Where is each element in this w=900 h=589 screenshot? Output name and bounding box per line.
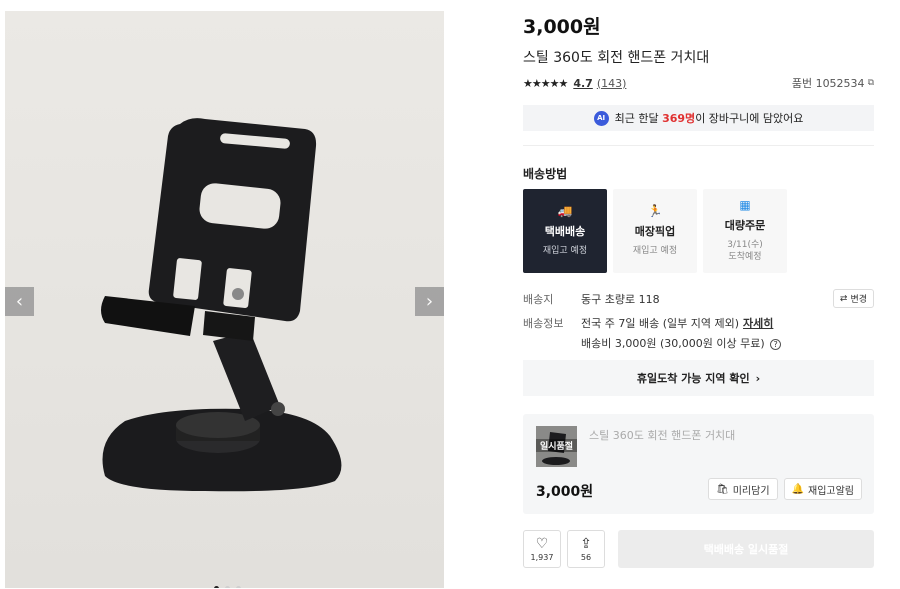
soldout-label: 일시품절 — [536, 439, 577, 452]
ai-insight-banner: AI 최근 한달 369명이 장바구니에 담았어요 — [523, 105, 874, 131]
shipping-detail-link[interactable]: 자세히 — [743, 317, 773, 330]
option-price: 3,000원 — [536, 484, 594, 500]
share-button[interactable]: ⇪ 56 — [567, 530, 605, 568]
shipping-info-label: 배송정보 — [523, 317, 564, 330]
prelist-button[interactable]: 🛍 미리담기 — [708, 478, 778, 500]
chevron-left-icon: ‹ — [15, 291, 24, 312]
bulk-icon: ▦ — [739, 198, 751, 212]
heart-icon: ♡ — [535, 535, 549, 552]
delivery-section-title: 배송방법 — [523, 167, 568, 181]
shipping-info-line2: 배송비 3,000원 (30,000원 이상 무료) ? — [581, 335, 782, 351]
rating-score[interactable]: 4.7 — [573, 77, 593, 90]
rating-row: ★★★★★ 4.7 (143) 품번 1052534 ⧉ — [523, 74, 874, 92]
pagination-dot[interactable] — [214, 586, 219, 588]
bell-icon: 🔔 — [791, 483, 804, 495]
review-count-link[interactable]: (143) — [597, 77, 627, 90]
bag-icon: 🛍 — [716, 483, 729, 495]
like-button[interactable]: ♡ 1,937 — [523, 530, 561, 568]
pagination-dot[interactable] — [225, 586, 230, 588]
shipping-info-row: 배송정보 전국 주 7일 배송 (일부 지역 제외) 자세히 배송비 3,000원… — [523, 315, 874, 351]
gallery-next-button[interactable]: › — [415, 287, 444, 316]
ai-banner-text: 최근 한달 369명이 장바구니에 담았어요 — [614, 112, 804, 125]
gallery-prev-button[interactable]: ‹ — [5, 287, 34, 316]
purchase-bar: ♡ 1,937 ⇪ 56 택배배송 일시품절 — [523, 530, 874, 568]
copy-icon[interactable]: ⧉ — [868, 78, 874, 88]
destination-label: 배송지 — [523, 292, 554, 306]
delivery-option-bulk[interactable]: ▦ 대량주문 3/11(수) 도착예정 — [703, 189, 787, 273]
help-icon[interactable]: ? — [770, 339, 782, 350]
product-price: 3,000원 — [523, 16, 601, 38]
sku-label: 품번 1052534 — [791, 77, 865, 90]
product-title: 스틸 360도 회전 핸드폰 거치대 — [523, 50, 710, 66]
divider — [523, 145, 874, 146]
destination-value: 동구 초량로 118 — [581, 292, 660, 306]
delivery-options: 🚚 택배배송 재입고 예정 🏃 매장픽업 재입고 예정 ▦ 대량주문 3/11(… — [523, 189, 787, 273]
option-thumbnail: 일시품절 — [536, 426, 577, 467]
product-photo — [5, 11, 444, 588]
chevron-right-icon: › — [425, 291, 434, 312]
gallery-pagination — [214, 586, 241, 588]
shipping-destination-row: 배송지 동구 초량로 118 ⇄ 변경 — [523, 289, 874, 308]
shipping-info-line1: 전국 주 7일 배송 (일부 지역 제외) 자세히 — [581, 317, 774, 330]
restock-alert-button[interactable]: 🔔 재입고알림 — [783, 478, 862, 500]
chevron-right-icon: › — [755, 371, 761, 385]
truck-icon: 🚚 — [557, 204, 573, 218]
share-icon: ⇪ — [580, 535, 592, 552]
share-count: 56 — [580, 552, 592, 562]
pickup-icon: 🏃 — [647, 204, 663, 218]
delivery-option-parcel[interactable]: 🚚 택배배송 재입고 예정 — [523, 189, 607, 273]
like-count: 1,937 — [530, 552, 554, 562]
change-address-button[interactable]: ⇄ 변경 — [832, 289, 874, 308]
delivery-option-pickup[interactable]: 🏃 매장픽업 재입고 예정 — [613, 189, 697, 273]
product-gallery — [5, 11, 444, 588]
buy-button-disabled: 택배배송 일시품절 — [618, 530, 874, 568]
pagination-dot[interactable] — [236, 586, 241, 588]
holiday-delivery-check-button[interactable]: 휴일도착 가능 지역 확인 › — [523, 360, 874, 396]
star-rating-icon: ★★★★★ — [523, 76, 568, 90]
ai-badge-icon: AI — [593, 110, 609, 126]
selected-option-box: 일시품절 스틸 360도 회전 핸드폰 거치대 3,000원 🛍 미리담기 🔔 … — [523, 414, 874, 514]
sku-number[interactable]: 품번 1052534 ⧉ — [792, 75, 874, 91]
option-name: 스틸 360도 회전 핸드폰 거치대 — [589, 429, 736, 442]
swap-icon: ⇄ — [839, 293, 848, 304]
